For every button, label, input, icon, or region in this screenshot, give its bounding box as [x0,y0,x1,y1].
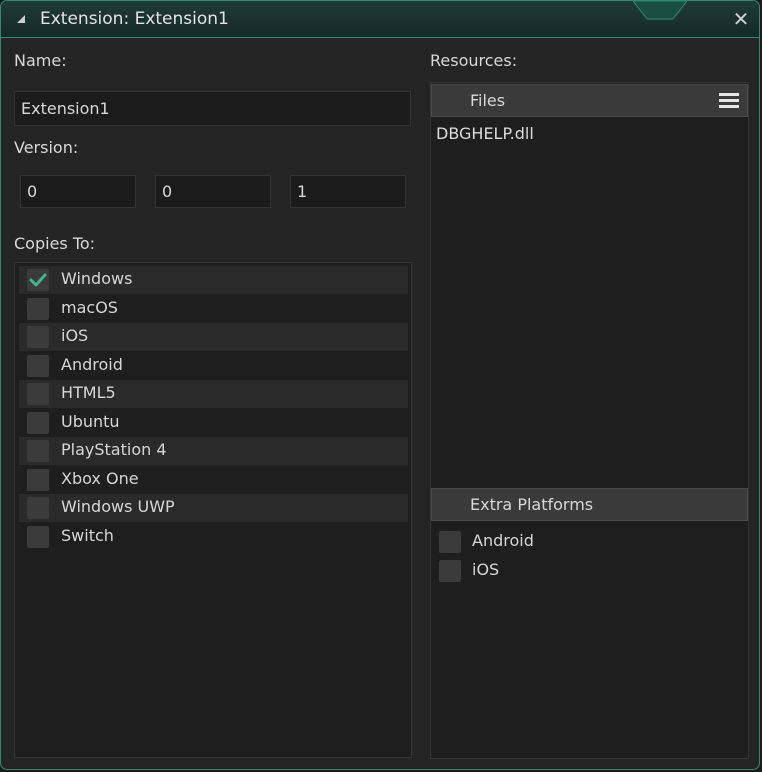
platform-label: Xbox One [61,468,139,488]
name-field[interactable]: Extension1 [14,91,411,126]
version-label: Version: [14,138,79,157]
ubuntu-checkbox[interactable] [27,411,49,434]
checkmark-icon [29,273,47,287]
html5-checkbox[interactable] [27,383,49,405]
platform-row-ios[interactable]: iOS [19,323,408,351]
platform-label: Switch [61,525,114,545]
version-minor-field[interactable]: 0 [155,175,271,208]
platform-label: iOS [472,560,500,579]
platform-row-android[interactable]: Android [19,352,408,380]
version-major-field[interactable]: 0 [20,175,136,208]
platform-label: Ubuntu [61,411,120,431]
platform-label: iOS [61,326,89,345]
playstation-4-checkbox[interactable] [27,440,49,462]
title-notch-decoration [633,1,687,20]
extra-android-checkbox[interactable] [439,531,461,553]
resources-label: Resources: [430,51,518,70]
macos-checkbox[interactable] [27,297,49,320]
platform-label: Android [61,354,123,374]
extension-window: Extension: Extension1 ✕ Name: Extension1… [0,0,760,770]
title-bar[interactable]: Extension: Extension1 ✕ [1,1,759,38]
name-label: Name: [14,51,67,70]
platform-label: Windows UWP [61,497,175,516]
windows-uwp-checkbox[interactable] [27,497,49,519]
resources-panel: Files DBGHELP.dll Extra Platforms Androi… [430,82,749,759]
collapse-triangle-icon[interactable] [17,15,25,23]
switch-checkbox[interactable] [27,525,49,548]
platform-label: macOS [61,297,118,317]
platform-label: PlayStation 4 [61,440,167,459]
platform-label: HTML5 [61,383,116,402]
file-item[interactable]: DBGHELP.dll [436,124,534,143]
platform-label: Windows [61,269,133,288]
xbox-one-checkbox[interactable] [27,468,49,491]
copies-to-list: Windows macOS iOS Android HTML5 Ubuntu P… [14,262,412,758]
extra-platforms-header[interactable]: Extra Platforms [431,488,748,521]
platform-row-windows-uwp[interactable]: Windows UWP [19,494,408,522]
platform-row-ubuntu[interactable]: Ubuntu [19,409,408,437]
platform-row-macos[interactable]: macOS [19,295,408,323]
extra-ios-checkbox[interactable] [439,560,461,582]
platform-label: Android [472,531,534,550]
extra-platform-row-android[interactable]: Android [431,528,731,556]
platform-row-windows[interactable]: Windows [19,266,408,294]
android-checkbox[interactable] [27,354,49,377]
window-title: Extension: Extension1 [40,9,229,29]
platform-row-html5[interactable]: HTML5 [19,380,408,408]
windows-checkbox[interactable] [27,269,49,291]
ios-checkbox[interactable] [27,326,49,348]
close-icon[interactable]: ✕ [731,9,751,29]
platform-row-xbox-one[interactable]: Xbox One [19,466,408,494]
extra-platform-row-ios[interactable]: iOS [431,557,731,585]
files-header[interactable]: Files [431,84,748,117]
platform-row-switch[interactable]: Switch [19,523,408,551]
copies-to-label: Copies To: [14,234,96,253]
extra-platforms-header-label: Extra Platforms [470,495,594,514]
files-header-label: Files [470,91,506,110]
menu-icon[interactable] [719,93,739,109]
platform-row-playstation-4[interactable]: PlayStation 4 [19,437,408,465]
version-patch-field[interactable]: 1 [290,175,406,208]
